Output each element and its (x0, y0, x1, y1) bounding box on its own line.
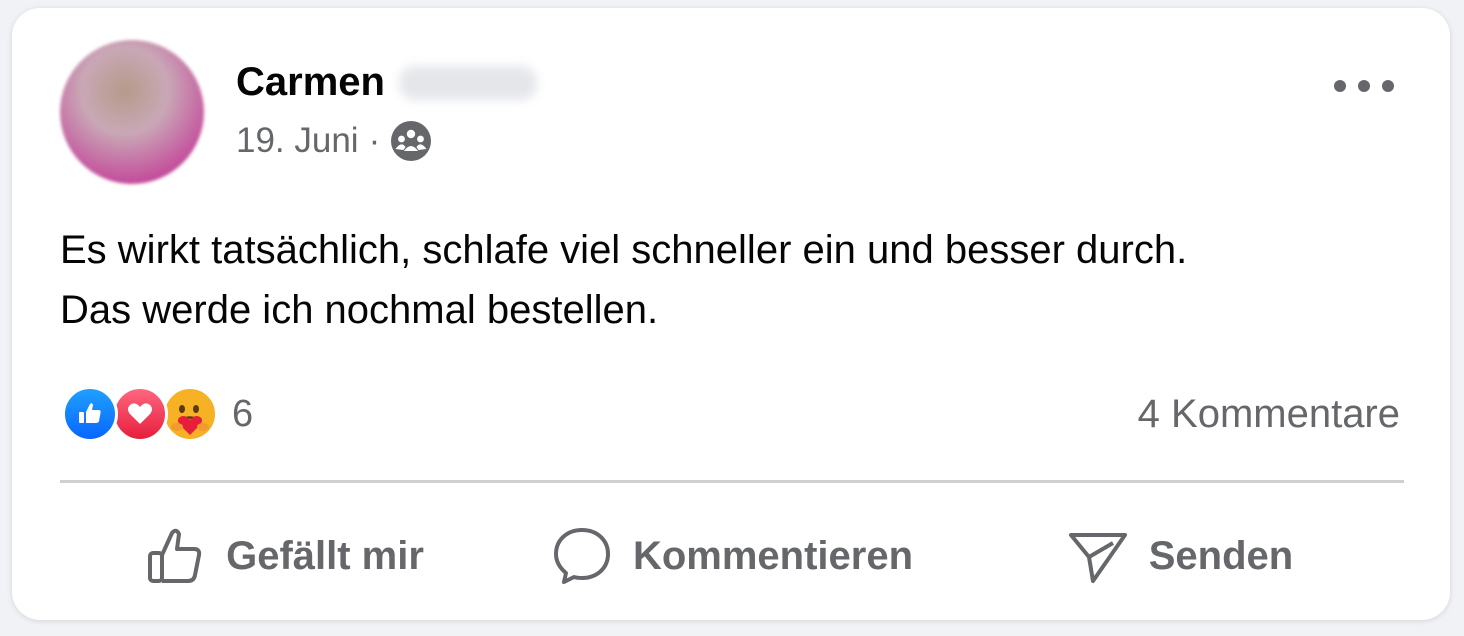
send-button[interactable]: Senden (956, 525, 1404, 587)
comment-button[interactable]: Kommentieren (508, 525, 956, 587)
divider (60, 480, 1404, 483)
post-text: Es wirkt tatsächlich, schlafe viel schne… (60, 220, 1420, 340)
send-button-label: Senden (1148, 533, 1294, 578)
post-card: Carmen 19. Juni · Es wirkt tatsächlich, … (12, 8, 1450, 620)
thumbs-up-icon (148, 528, 202, 583)
more-dot (1358, 80, 1370, 92)
send-icon (1068, 533, 1127, 583)
comments-count-link[interactable]: 4 Kommentare (1138, 392, 1400, 437)
like-button-label: Gefällt mir (226, 533, 424, 578)
author-surname-blurred (398, 65, 537, 100)
post-date[interactable]: 19. Juni (236, 121, 359, 161)
avatar[interactable] (60, 40, 204, 184)
reactions-summary[interactable]: 6 (62, 386, 253, 442)
comment-bubble-icon (553, 528, 610, 584)
like-reaction-icon (62, 386, 118, 442)
action-bar: Gefällt mir Kommentieren Senden (60, 516, 1404, 596)
author-row: Carmen (236, 60, 537, 105)
post-text-line: Das werde ich nochmal bestellen. (60, 288, 659, 332)
friends-group-icon[interactable] (390, 120, 432, 162)
more-options-icon[interactable] (1334, 66, 1394, 106)
meta-separator: · (368, 121, 381, 160)
care-reaction-icon (162, 386, 218, 442)
reaction-count: 6 (232, 392, 254, 435)
love-reaction-icon (112, 386, 168, 442)
more-dot (1382, 80, 1394, 92)
comment-button-label: Kommentieren (632, 533, 914, 578)
more-dot (1334, 80, 1346, 92)
author-name[interactable]: Carmen (236, 60, 385, 105)
like-button[interactable]: Gefällt mir (60, 525, 508, 587)
post-meta: 19. Juni · (236, 120, 432, 162)
post-text-line: Es wirkt tatsächlich, schlafe viel schne… (60, 228, 1188, 272)
